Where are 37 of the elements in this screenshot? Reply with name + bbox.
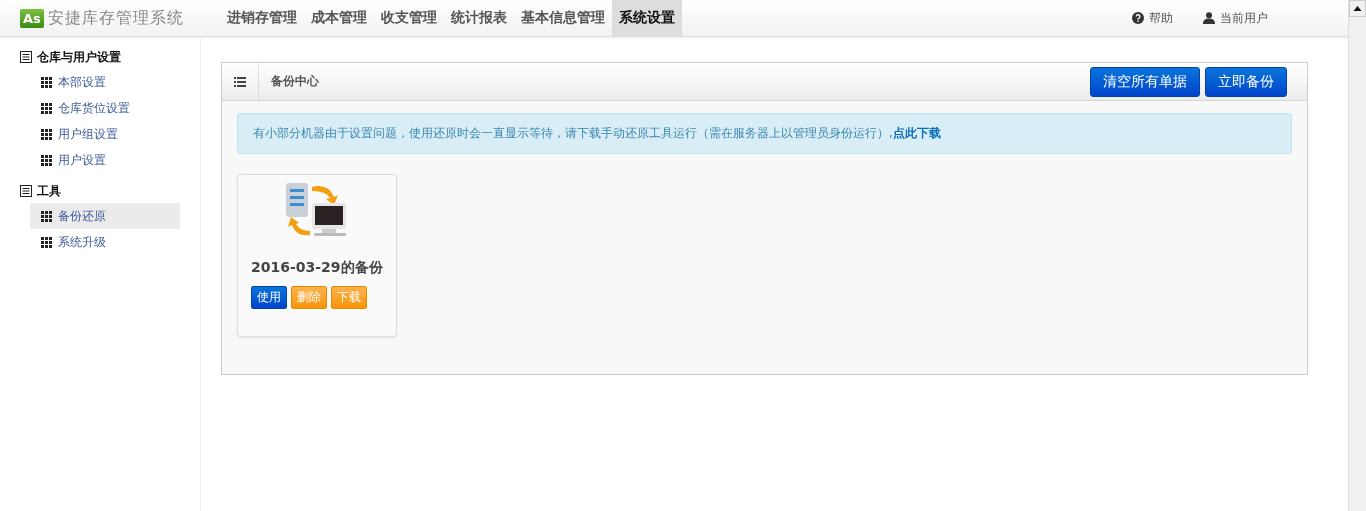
grid-icon — [41, 76, 52, 88]
grid-icon — [41, 236, 52, 248]
grid-icon — [41, 128, 52, 140]
sidebar-heading: 工具 — [37, 182, 61, 200]
nav-tab[interactable]: 基本信息管理 — [514, 0, 612, 36]
sidebar-item[interactable]: 仓库货位设置 — [30, 95, 180, 121]
list-icon — [234, 76, 246, 87]
backup-name: 2016-03-29的备份 — [251, 259, 383, 277]
scroll-up-icon[interactable] — [1349, 0, 1366, 17]
panel-title: 备份中心 — [271, 73, 319, 90]
clear-button[interactable]: 清空所有单据 — [1090, 66, 1200, 97]
nav-tab[interactable]: 成本管理 — [304, 0, 374, 36]
grid-icon — [41, 210, 52, 222]
logo-icon: As — [20, 8, 44, 28]
user-icon — [1203, 12, 1215, 24]
sidebar-item[interactable]: 用户设置 — [30, 147, 180, 173]
scrollbar[interactable] — [1348, 0, 1366, 511]
sidebar-item[interactable]: 系统升级 — [30, 229, 180, 255]
app-title: 安捷库存管理系统 — [47, 7, 184, 29]
grid-icon — [41, 102, 52, 114]
sidebar-heading: 仓库与用户设置 — [37, 48, 121, 66]
help-icon — [1132, 12, 1144, 24]
notice-message: 有小部分机器由于设置问题，使用还原时会一直显示等待，请下载手动还原工具运行（需在服务器上以管理员身份运行）,点此下载 — [237, 113, 1292, 154]
list-icon — [20, 51, 32, 63]
sidebar-item[interactable]: 备份还原 — [30, 203, 180, 229]
nav-tab[interactable]: 收支管理 — [374, 0, 444, 36]
nav-tab[interactable]: 进销存管理 — [220, 0, 304, 36]
sidebar-item[interactable]: 用户组设置 — [30, 121, 180, 147]
grid-icon — [41, 154, 52, 166]
nav-tab[interactable]: 统计报表 — [444, 0, 514, 36]
sidebar-item[interactable]: 本部设置 — [30, 69, 180, 95]
user-label: 当前用户 — [1220, 9, 1268, 27]
list-icon — [20, 185, 32, 197]
use-button[interactable]: 使用 — [251, 286, 287, 309]
backup-button[interactable]: 立即备份 — [1205, 66, 1287, 97]
help-link[interactable]: 帮助 — [1132, 9, 1173, 27]
nav-tab[interactable]: 系统设置 — [612, 0, 682, 36]
